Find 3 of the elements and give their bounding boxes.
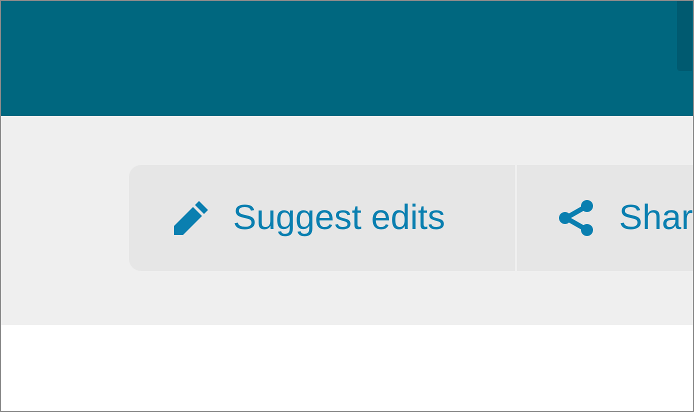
suggest-edits-button[interactable]: Suggest edits — [129, 165, 515, 271]
pencil-icon — [171, 198, 211, 238]
share-button[interactable]: Shar — [517, 165, 693, 271]
